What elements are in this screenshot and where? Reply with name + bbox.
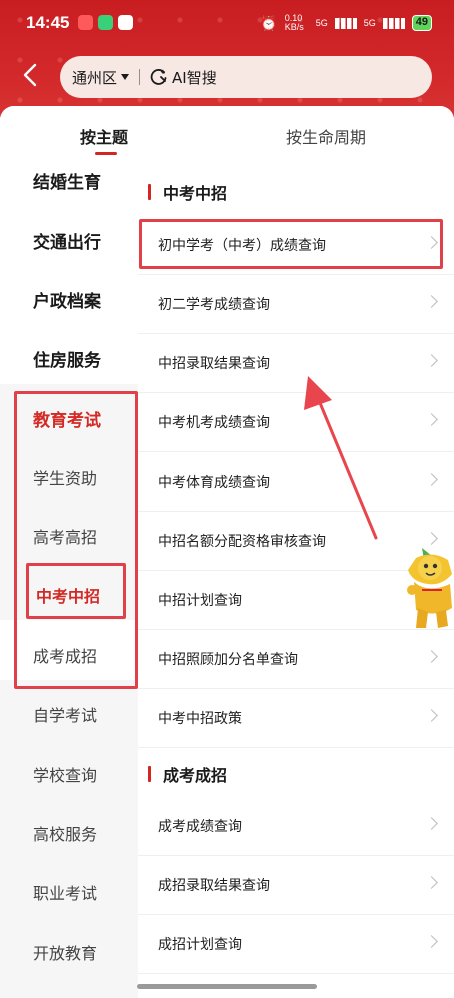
chevron-right-icon bbox=[425, 532, 438, 545]
app-notification-icon bbox=[118, 15, 133, 30]
signal-icon bbox=[382, 17, 405, 29]
sidebar-item-vocational-exam[interactable]: 职业考试 bbox=[0, 880, 138, 904]
sidebar-item-household[interactable]: 户政档案 bbox=[0, 287, 138, 312]
list-item-label: 中考体育成绩查询 bbox=[158, 475, 270, 491]
mascot-floating-icon[interactable] bbox=[402, 544, 454, 630]
chevron-right-icon bbox=[425, 876, 438, 889]
chevron-right-icon bbox=[425, 413, 438, 426]
app-notification-icon bbox=[98, 15, 113, 30]
list-item[interactable]: 成考成绩查询 bbox=[138, 797, 454, 856]
list-item[interactable]: 成招计划查询 bbox=[138, 915, 454, 974]
network-type-1: 5G bbox=[315, 18, 328, 28]
annotation-arrow bbox=[304, 376, 378, 540]
chevron-right-icon bbox=[425, 650, 438, 663]
list-item[interactable]: 初二学考成绩查询 bbox=[138, 275, 454, 334]
sidebar-item-university-services[interactable]: 高校服务 bbox=[0, 821, 138, 845]
section-accent-bar bbox=[148, 766, 151, 782]
tab-by-theme[interactable]: 按主题 bbox=[80, 124, 128, 148]
section-accent-bar bbox=[148, 184, 151, 200]
highlight-box-selected-category bbox=[26, 563, 126, 619]
section-title: 中考中招 bbox=[163, 184, 228, 203]
sidebar-item-school-search[interactable]: 学校查询 bbox=[0, 762, 138, 786]
district-label: 通州区 bbox=[72, 68, 118, 87]
caret-down-icon bbox=[121, 74, 130, 80]
chevron-right-icon bbox=[425, 354, 438, 367]
list-item-label: 中考中招政策 bbox=[158, 711, 242, 727]
list-item[interactable]: 成招录取结果查询 bbox=[138, 856, 454, 915]
list-item-label: 初二学考成绩查询 bbox=[158, 297, 270, 313]
signal-icon bbox=[334, 17, 357, 29]
app-notification-icon bbox=[78, 15, 93, 30]
home-indicator[interactable] bbox=[137, 984, 317, 989]
list-item[interactable]: 中考中招政策 bbox=[138, 689, 454, 748]
list-item-label: 中招照顾加分名单查询 bbox=[158, 652, 298, 668]
ai-search-icon bbox=[150, 69, 167, 85]
sidebar-item-marriage[interactable]: 结婚生育 bbox=[0, 168, 138, 193]
chevron-right-icon bbox=[425, 935, 438, 948]
section-title: 成考成招 bbox=[163, 766, 228, 785]
highlight-box-education-group bbox=[14, 391, 138, 689]
search-bar[interactable]: 通州区 AI智搜 bbox=[60, 56, 432, 98]
tab-by-life-cycle[interactable]: 按生命周期 bbox=[286, 124, 366, 148]
status-bar: 14:45 ⏰ 0.10 KB/s 5G 5G 49 bbox=[0, 0, 454, 48]
list-item[interactable]: 中招照顾加分名单查询 bbox=[138, 630, 454, 689]
list-item-label: 中招录取结果查询 bbox=[158, 356, 270, 372]
sidebar-item-self-study-exam[interactable]: 自学考试 bbox=[0, 702, 138, 726]
list-item-label: 中招计划查询 bbox=[158, 593, 242, 609]
section-header: 成考成招 bbox=[138, 754, 454, 794]
chevron-right-icon bbox=[425, 295, 438, 308]
chevron-left-icon bbox=[23, 63, 37, 87]
list-item-label: 成考成绩查询 bbox=[158, 819, 242, 835]
list-item-label: 成招计划查询 bbox=[158, 937, 242, 953]
search-divider bbox=[139, 69, 141, 85]
district-selector[interactable]: 通州区 bbox=[72, 67, 130, 88]
chevron-right-icon bbox=[425, 817, 438, 830]
back-button[interactable] bbox=[22, 62, 48, 92]
search-placeholder[interactable]: AI智搜 bbox=[172, 67, 217, 88]
active-tab-indicator bbox=[95, 152, 117, 155]
list-item-label: 成招录取结果查询 bbox=[158, 878, 270, 894]
section-header: 中考中招 bbox=[138, 172, 454, 212]
status-time: 14:45 bbox=[26, 13, 70, 32]
alarm-icon: ⏰ bbox=[260, 14, 278, 31]
status-indicators: ⏰ 0.10 KB/s 5G 5G 49 bbox=[260, 14, 432, 32]
highlight-box-first-result bbox=[139, 219, 443, 269]
main-card: 按主题 按生命周期 结婚生育 交通出行 户政档案 住房服务 教育考试 学生资助 … bbox=[0, 106, 454, 998]
sidebar-item-open-education[interactable]: 开放教育 bbox=[0, 940, 138, 964]
sidebar-item-housing[interactable]: 住房服务 bbox=[0, 346, 138, 371]
sidebar-item-transport[interactable]: 交通出行 bbox=[0, 228, 138, 253]
net-speed: 0.10 KB/s bbox=[284, 13, 304, 32]
network-type-2: 5G bbox=[363, 18, 376, 28]
chevron-right-icon bbox=[425, 473, 438, 486]
battery-level: 49 bbox=[411, 15, 432, 31]
category-tabs: 按主题 按生命周期 bbox=[0, 106, 454, 166]
list-item-label: 中考机考成绩查询 bbox=[158, 415, 270, 431]
chevron-right-icon bbox=[425, 709, 438, 722]
